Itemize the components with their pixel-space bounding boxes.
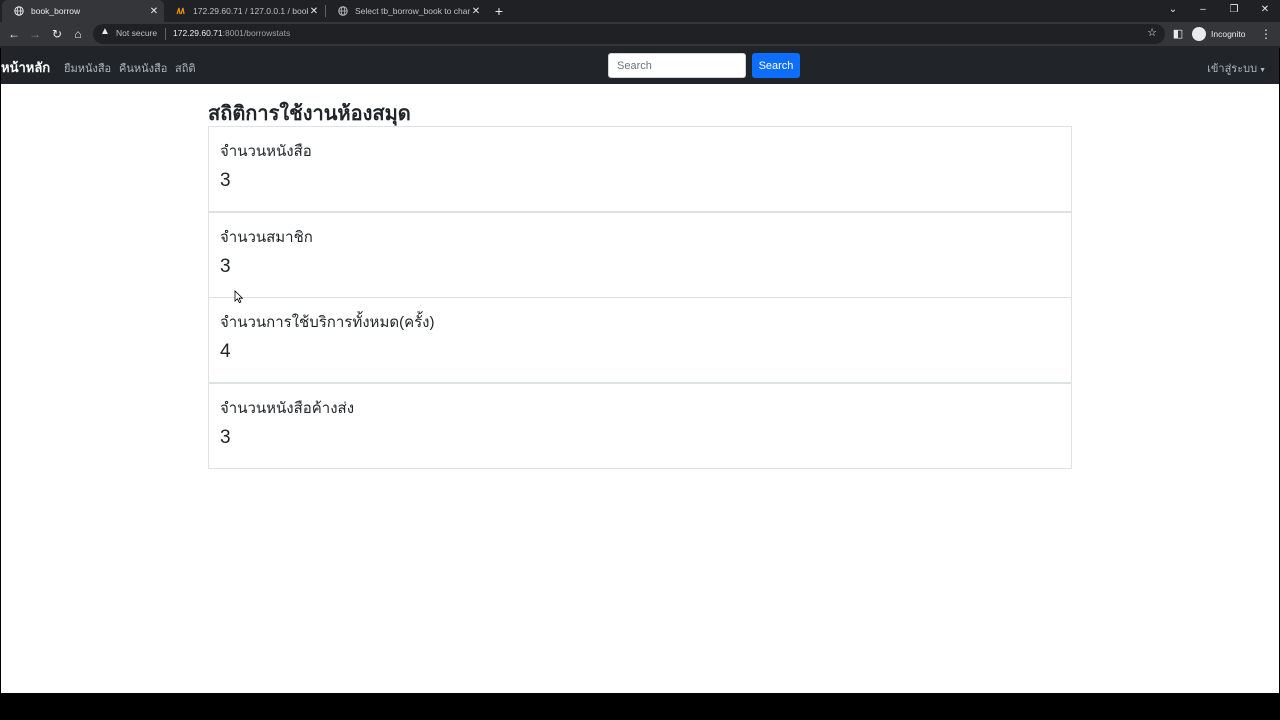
home-icon[interactable]: ⌂ — [69, 25, 87, 43]
mouse-cursor-icon — [234, 290, 244, 304]
back-arrow-icon[interactable]: ← — [5, 25, 23, 43]
incognito-badge[interactable]: Incognito — [1192, 25, 1246, 43]
close-icon[interactable]: ✕ — [148, 6, 160, 17]
browser-tab-strip: book_borrow ✕ 172.29.60.71 / 127.0.0.1 /… — [0, 0, 1280, 22]
address-url[interactable]: 172.29.60.71:8001/borrowstats — [173, 28, 290, 38]
caret-down-icon: ▼ — [1259, 67, 1266, 74]
stat-label: จำนวนการใช้บริการทั้งหมด(ครั้ง) — [220, 314, 435, 331]
stat-value: 3 — [220, 170, 231, 191]
top-navbar: หน้าหลัก ยืมหนังสือ คืนหนังสือ สถิติ Sea… — [1, 48, 1279, 84]
minimize-icon[interactable]: – — [1188, 0, 1218, 22]
page-content: หน้าหลัก ยืมหนังสือ คืนหนังสือ สถิติ Sea… — [1, 48, 1279, 693]
warning-icon: ▲ — [100, 26, 110, 37]
tab-title: Select tb_borrow_book to chang — [355, 6, 470, 16]
tab-search-chevron-icon[interactable]: ⌄ — [1158, 0, 1188, 22]
stat-card-books: จำนวนหนังสือ 3 — [208, 126, 1072, 212]
page-title: สถิติการใช้งานห้องสมุด — [208, 103, 411, 125]
plus-icon[interactable]: + — [491, 2, 507, 20]
url-path: :8001/borrowstats — [222, 28, 291, 38]
address-bar[interactable]: ▲ Not secure 172.29.60.71:8001/borrowsta… — [93, 24, 1165, 44]
nav-link-borrow[interactable]: ยืมหนังสือ — [64, 59, 111, 77]
incognito-label: Incognito — [1211, 29, 1246, 39]
bookmark-star-icon[interactable]: ☆ — [1147, 26, 1157, 39]
side-panel-icon[interactable]: ◧ — [1169, 25, 1187, 43]
browser-tab-phpmyadmin[interactable]: 172.29.60.71 / 127.0.0.1 / bookst ✕ — [164, 0, 324, 22]
bottom-black-bar — [0, 693, 1280, 720]
close-icon[interactable]: ✕ — [470, 6, 482, 17]
search-input[interactable] — [608, 53, 746, 78]
stat-card-members: จำนวนสมาชิก 3 — [208, 212, 1072, 298]
stat-label: จำนวนหนังสือค้างส่ง — [220, 400, 355, 417]
browser-tab-book-borrow[interactable]: book_borrow ✕ — [2, 0, 164, 22]
login-label: เข้าสู่ระบบ — [1207, 63, 1258, 75]
browser-toolbar: ← → ↻ ⌂ ▲ Not secure 172.29.60.71:8001/b… — [0, 22, 1280, 46]
reload-icon[interactable]: ↻ — [48, 25, 66, 43]
navbar-brand-home[interactable]: หน้าหลัก — [1, 57, 50, 78]
stat-value: 4 — [220, 341, 231, 362]
globe-icon — [14, 6, 24, 16]
tab-title: book_borrow — [31, 6, 81, 16]
incognito-icon — [1192, 27, 1206, 41]
tab-title: 172.29.60.71 / 127.0.0.1 / bookst — [193, 6, 308, 16]
close-icon[interactable]: ✕ — [308, 6, 320, 17]
url-host: 172.29.60.71 — [173, 28, 223, 38]
browser-tab-django-admin[interactable]: Select tb_borrow_book to chang ✕ — [326, 0, 486, 22]
address-divider — [165, 28, 166, 40]
stat-card-overdue-books: จำนวนหนังสือค้างส่ง 3 — [208, 383, 1072, 469]
phpmyadmin-icon — [176, 7, 185, 15]
nav-link-stats[interactable]: สถิติ — [175, 59, 196, 77]
stat-card-total-services: จำนวนการใช้บริการทั้งหมด(ครั้ง) 4 — [208, 297, 1072, 383]
globe-icon — [338, 6, 348, 16]
stat-value: 3 — [220, 256, 231, 277]
forward-arrow-icon[interactable]: → — [26, 25, 44, 43]
not-secure-label: Not secure — [116, 28, 158, 38]
stat-label: จำนวนหนังสือ — [220, 143, 312, 160]
login-dropdown[interactable]: เข้าสู่ระบบ ▼ — [1207, 59, 1266, 77]
stat-value: 3 — [220, 427, 231, 448]
stat-label: จำนวนสมาชิก — [220, 229, 313, 246]
nav-link-return[interactable]: คืนหนังสือ — [119, 59, 167, 77]
search-button[interactable]: Search — [752, 53, 800, 78]
restore-icon[interactable]: ❐ — [1219, 0, 1249, 22]
menu-kebab-icon[interactable]: ⋮ — [1257, 25, 1275, 43]
window-close-icon[interactable]: ✕ — [1250, 0, 1280, 22]
